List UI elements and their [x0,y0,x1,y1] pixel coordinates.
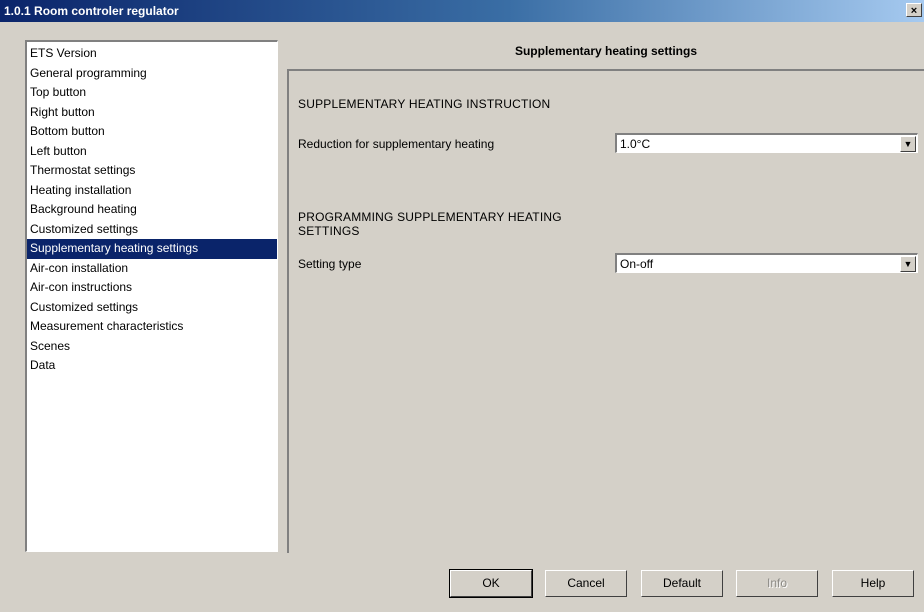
nav-item-right-button[interactable]: Right button [27,103,277,123]
nav-item-scenes[interactable]: Scenes [27,337,277,357]
reduction-select[interactable]: 1.0°C ▼ [615,133,918,153]
title-bar: 1.0.1 Room controler regulator × [0,0,924,22]
help-button[interactable]: Help [832,570,914,597]
setting-type-label: Setting type [298,257,362,271]
reduction-value: 1.0°C [620,137,651,151]
reduction-label: Reduction for supplementary heating [298,137,495,151]
panel-title: Supplementary heating settings [514,44,698,58]
close-icon[interactable]: × [906,3,922,17]
nav-item-data[interactable]: Data [27,356,277,376]
section-heading-programming-settings: PROGRAMMING SUPPLEMENTARY HEATING SETTIN… [298,210,562,238]
settings-category-list[interactable]: ETS Version General programming Top butt… [25,40,278,552]
nav-item-bottom-button[interactable]: Bottom button [27,122,277,142]
nav-item-measurement-characteristics[interactable]: Measurement characteristics [27,317,277,337]
default-button[interactable]: Default [641,570,723,597]
cancel-button[interactable]: Cancel [545,570,627,597]
ok-button[interactable]: OK [449,569,533,598]
nav-item-customized-settings-2[interactable]: Customized settings [27,298,277,318]
nav-item-heating-installation[interactable]: Heating installation [27,181,277,201]
nav-item-left-button[interactable]: Left button [27,142,277,162]
window-title: 1.0.1 Room controler regulator [4,4,179,18]
info-button: Info [736,570,818,597]
nav-item-thermostat-settings[interactable]: Thermostat settings [27,161,277,181]
nav-item-air-con-instructions[interactable]: Air-con instructions [27,278,277,298]
nav-item-top-button[interactable]: Top button [27,83,277,103]
chevron-down-icon[interactable]: ▼ [900,256,916,272]
nav-item-background-heating[interactable]: Background heating [27,200,277,220]
setting-type-select[interactable]: On-off ▼ [615,253,918,273]
nav-item-air-con-installation[interactable]: Air-con installation [27,259,277,279]
setting-type-value: On-off [620,257,654,271]
nav-item-general-programming[interactable]: General programming [27,64,277,84]
nav-item-supplementary-heating-settings[interactable]: Supplementary heating settings [27,239,277,259]
chevron-down-icon[interactable]: ▼ [900,136,916,152]
settings-panel: SUPPLEMENTARY HEATING INSTRUCTION Reduct… [287,69,924,553]
nav-item-ets-version[interactable]: ETS Version [27,44,277,64]
nav-item-customized-settings[interactable]: Customized settings [27,220,277,240]
section-heading-supplementary-instruction: SUPPLEMENTARY HEATING INSTRUCTION [298,97,551,111]
